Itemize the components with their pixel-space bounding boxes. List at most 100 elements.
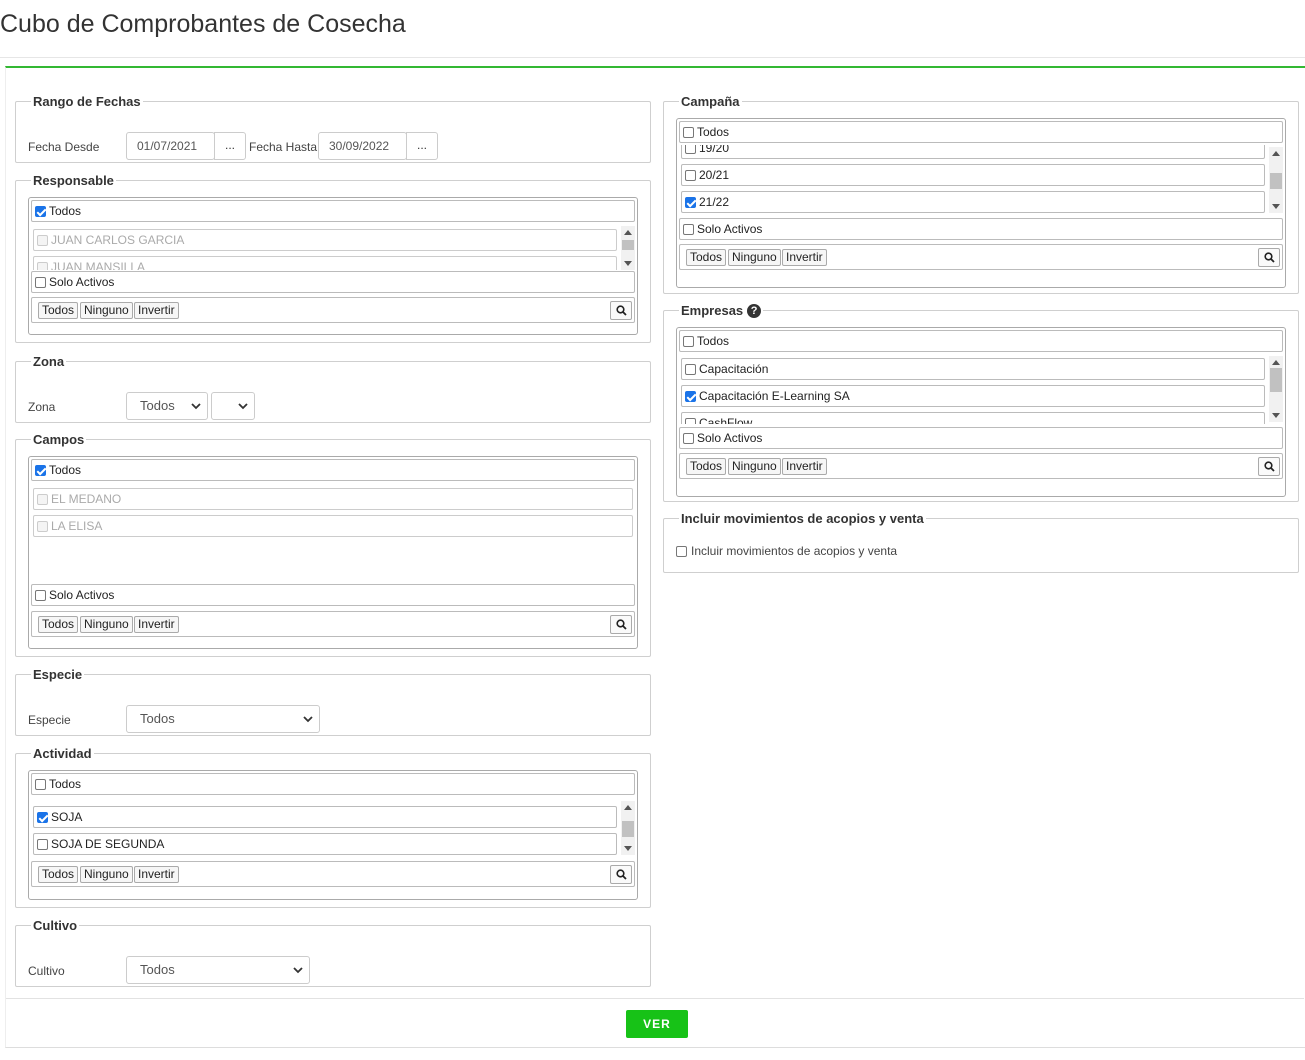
responsable-todos-option[interactable]: Todos [31, 200, 635, 222]
especie-fieldset: Especie Especie Todos [15, 667, 651, 736]
list-item: JUAN MANSILLA [33, 256, 617, 270]
scroll-thumb[interactable] [1270, 173, 1282, 189]
campana-scrollbar[interactable] [1269, 147, 1283, 213]
checkbox-unchecked-icon[interactable] [683, 223, 694, 235]
scroll-up-icon[interactable] [1272, 151, 1280, 156]
scroll-thumb[interactable] [622, 240, 634, 250]
search-button[interactable] [1258, 457, 1280, 476]
checkbox-unchecked-icon[interactable] [685, 145, 696, 154]
checkbox-unchecked-icon[interactable] [683, 126, 694, 138]
scroll-up-icon[interactable] [1272, 360, 1280, 365]
cultivo-label: Cultivo [28, 964, 65, 978]
scroll-up-icon[interactable] [624, 805, 632, 810]
fecha-desde-input[interactable]: 01/07/2021 [126, 132, 215, 160]
especie-select[interactable]: Todos [126, 705, 320, 733]
rango-fechas-fieldset: Rango de Fechas Fecha Desde 01/07/2021 .… [15, 94, 651, 163]
checkbox-unchecked-icon[interactable] [35, 276, 46, 288]
list-item[interactable]: 19/20 [681, 145, 1265, 159]
scroll-thumb[interactable] [1270, 368, 1282, 392]
empresas-scrollbar[interactable] [1269, 356, 1283, 422]
list-item[interactable]: 20/21 [681, 164, 1265, 186]
invert-selection-button[interactable]: Invertir [134, 616, 179, 633]
invert-selection-button[interactable]: Invertir [134, 866, 179, 883]
campana-multiselect: Todos 19/20 20/21 21/22 Solo Activos Tod… [676, 118, 1286, 288]
select-all-button[interactable]: Todos [686, 458, 727, 475]
checkbox-checked-icon[interactable] [37, 811, 48, 823]
checkbox-unchecked-icon[interactable] [685, 169, 696, 181]
scroll-down-icon[interactable] [624, 261, 632, 266]
empresas-toolbar: Todos Ninguno Invertir [679, 453, 1283, 479]
actividad-scrollbar[interactable] [621, 801, 635, 855]
select-none-button[interactable]: Ninguno [728, 249, 781, 266]
select-all-button[interactable]: Todos [686, 249, 727, 266]
campos-fieldset: Campos Todos EL MEDANO LA ELISA Solo Act… [15, 432, 651, 657]
select-none-button[interactable]: Ninguno [728, 458, 781, 475]
checkbox-unchecked-icon[interactable] [683, 335, 694, 347]
search-button[interactable] [610, 301, 632, 320]
select-all-button[interactable]: Todos [38, 616, 79, 633]
invert-selection-button[interactable]: Invertir [134, 302, 179, 319]
footer-divider [6, 998, 1304, 999]
empresas-fieldset: Empresas ? Todos Capacitación Capacitaci… [663, 303, 1299, 502]
checkbox-unchecked-icon[interactable] [37, 838, 48, 850]
chevron-down-icon [293, 967, 303, 974]
scroll-thumb[interactable] [622, 821, 634, 837]
fecha-hasta-input[interactable]: 30/09/2022 [318, 132, 407, 160]
filter-panel: Rango de Fechas Fecha Desde 01/07/2021 .… [5, 66, 1305, 1048]
empresas-solo-activos-option[interactable]: Solo Activos [679, 427, 1283, 449]
fecha-hasta-picker-button[interactable]: ... [406, 132, 438, 160]
fecha-desde-picker-button[interactable]: ... [214, 132, 246, 160]
chevron-down-icon [238, 403, 248, 410]
list-item[interactable]: 21/22 [681, 191, 1265, 213]
cultivo-select[interactable]: Todos [126, 956, 310, 984]
ver-button[interactable]: VER [626, 1010, 688, 1038]
actividad-todos-option[interactable]: Todos [31, 773, 635, 795]
actividad-list: SOJA SOJA DE SEGUNDA [31, 799, 635, 857]
scroll-down-icon[interactable] [624, 846, 632, 851]
campos-todos-option[interactable]: Todos [31, 459, 635, 481]
select-all-button[interactable]: Todos [38, 866, 79, 883]
zona-select[interactable]: Todos [126, 392, 208, 420]
list-item[interactable]: SOJA [33, 806, 617, 828]
scroll-down-icon[interactable] [1272, 204, 1280, 209]
invert-selection-button[interactable]: Invertir [782, 458, 827, 475]
campana-list: 19/20 20/21 21/22 [679, 145, 1283, 215]
page-title: Cubo de Comprobantes de Cosecha [0, 10, 406, 38]
campos-solo-activos-option[interactable]: Solo Activos [31, 584, 635, 606]
chevron-down-icon [303, 716, 313, 723]
checkbox-unchecked-icon[interactable] [683, 432, 694, 444]
search-button[interactable] [610, 865, 632, 884]
list-item[interactable]: SOJA DE SEGUNDA [33, 833, 617, 855]
help-icon[interactable]: ? [747, 303, 762, 318]
checkbox-checked-icon[interactable] [35, 464, 46, 476]
empresas-todos-option[interactable]: Todos [679, 330, 1283, 352]
responsable-solo-activos-option[interactable]: Solo Activos [31, 271, 635, 293]
list-item[interactable]: CashFlow [681, 412, 1265, 424]
scroll-up-icon[interactable] [624, 230, 632, 235]
checkbox-unchecked-icon[interactable] [676, 545, 687, 557]
empresas-list: Capacitación Capacitación E-Learning SA … [679, 354, 1283, 424]
select-none-button[interactable]: Ninguno [80, 302, 133, 319]
responsable-scrollbar[interactable] [621, 226, 635, 270]
checkbox-checked-icon[interactable] [685, 390, 696, 402]
search-button[interactable] [1258, 248, 1280, 267]
search-button[interactable] [610, 615, 632, 634]
incluir-movimientos-option[interactable]: Incluir movimientos de acopios y venta [676, 544, 897, 558]
select-all-button[interactable]: Todos [38, 302, 79, 319]
campana-solo-activos-option[interactable]: Solo Activos [679, 218, 1283, 240]
list-item[interactable]: Capacitación [681, 358, 1265, 380]
campos-toolbar: Todos Ninguno Invertir [31, 611, 635, 637]
list-item[interactable]: Capacitación E-Learning SA [681, 385, 1265, 407]
select-none-button[interactable]: Ninguno [80, 616, 133, 633]
campana-todos-option[interactable]: Todos [679, 121, 1283, 143]
invert-selection-button[interactable]: Invertir [782, 249, 827, 266]
zona-secondary-select[interactable] [211, 392, 255, 420]
checkbox-unchecked-icon[interactable] [685, 363, 696, 375]
checkbox-unchecked-icon[interactable] [35, 589, 46, 601]
checkbox-checked-icon[interactable] [685, 196, 696, 208]
checkbox-unchecked-icon[interactable] [35, 778, 46, 790]
checkbox-checked-icon[interactable] [35, 205, 46, 217]
select-none-button[interactable]: Ninguno [80, 866, 133, 883]
scroll-down-icon[interactable] [1272, 413, 1280, 418]
checkbox-unchecked-icon[interactable] [685, 417, 696, 424]
